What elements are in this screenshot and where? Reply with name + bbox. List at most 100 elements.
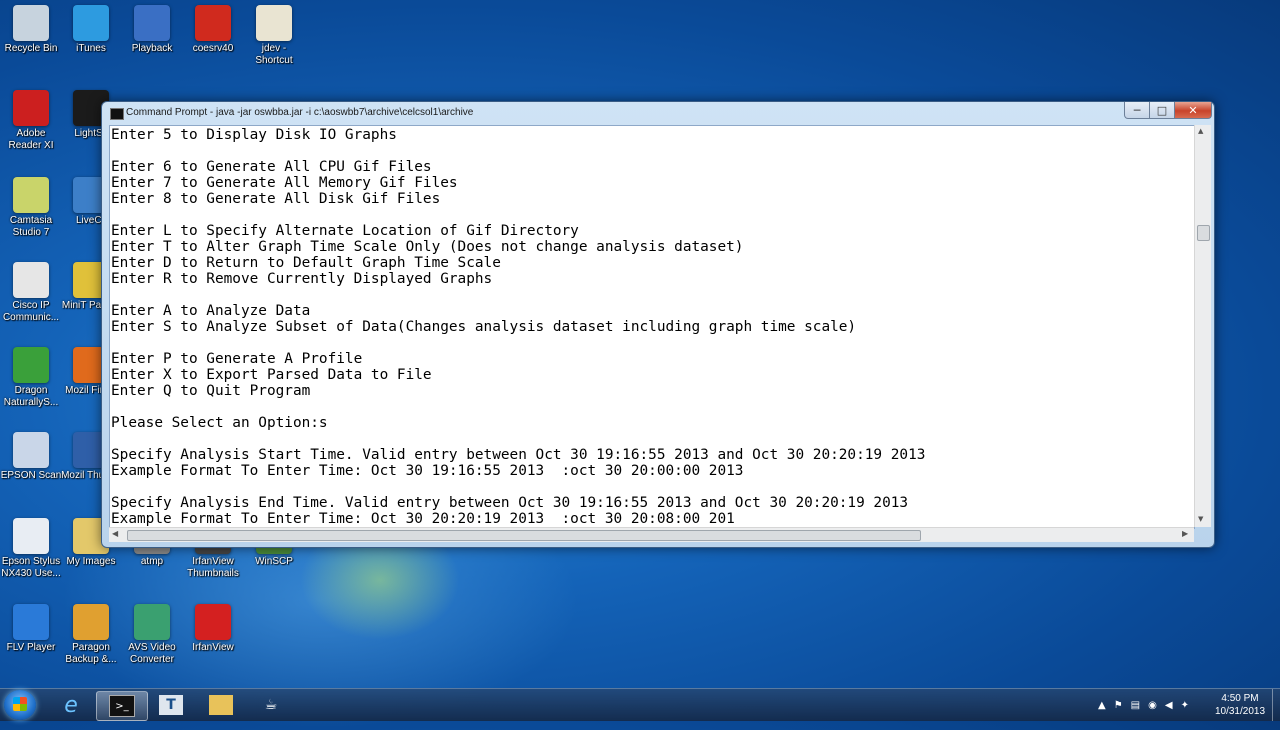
scroll-right-icon[interactable]: ▶ <box>1182 529 1188 538</box>
desktop-icon-label: coesrv40 <box>192 43 234 54</box>
command-prompt-window: Command Prompt - java -jar oswbba.jar -i… <box>101 101 1215 548</box>
desktop-icon-label: Cisco IP Communic... <box>2 300 60 323</box>
scroll-up-icon[interactable]: ▲ <box>1198 127 1203 135</box>
taskbar: e >_ T ▭ ☕ ▲ ⚑ ▤ ◉ ◀ ✦ 4:50 PM 10/31/2013 <box>0 688 1280 721</box>
coesrv40-icon <box>195 5 231 41</box>
paragon-icon <box>73 604 109 640</box>
desktop-icon[interactable]: Dragon NaturallyS... <box>0 347 62 409</box>
clock-date: 10/31/2013 <box>1214 706 1266 717</box>
desktop-icon-label: EPSON Scan <box>0 470 62 481</box>
cisco-ip-icon <box>13 262 49 298</box>
desktop-icon[interactable]: Adobe Reader XI <box>0 90 62 152</box>
text-editor-icon: T <box>159 695 183 715</box>
adobe-reader-icon <box>13 90 49 126</box>
desktop-icon[interactable]: Playback <box>121 5 183 55</box>
desktop-icon[interactable]: Recycle Bin <box>0 5 62 55</box>
desktop-icon[interactable]: FLV Player <box>0 604 62 654</box>
desktop-icon-label: Playback <box>131 43 173 54</box>
system-tray: ▲ ⚑ ▤ ◉ ◀ ✦ <box>1098 689 1197 721</box>
windows-logo-icon <box>13 697 27 711</box>
console-line: Enter A to Analyze Data <box>111 303 311 319</box>
taskbar-button[interactable]: T <box>146 691 196 719</box>
desktop-icon-label: IrfanView <box>192 642 234 653</box>
vertical-scroll-thumb[interactable] <box>1197 225 1210 241</box>
taskbar-button[interactable]: >_ <box>96 691 148 721</box>
wifi-icon[interactable]: ◉ <box>1148 700 1157 711</box>
desktop-icon-label: FLV Player <box>6 642 56 653</box>
vertical-scrollbar[interactable]: ▲ ▼ <box>1194 125 1211 527</box>
console-line: Enter T to Alter Graph Time Scale Only (… <box>111 239 744 255</box>
desktop-icon[interactable]: coesrv40 <box>182 5 244 55</box>
desktop-icon-label: Paragon Backup &... <box>65 642 117 665</box>
maximize-button[interactable]: □ <box>1149 102 1175 119</box>
console-line: Enter D to Return to Default Graph Time … <box>111 255 501 271</box>
desktop-icon[interactable]: Epson Stylus NX430 Use... <box>0 518 62 580</box>
console-line: Specify Analysis End Time. Valid entry b… <box>111 495 909 511</box>
taskbar-button[interactable]: ▭ <box>196 691 246 719</box>
desktop-icon-label: Recycle Bin <box>4 43 58 54</box>
folder-icon: ▭ <box>209 695 233 715</box>
java-cup-icon <box>256 5 292 41</box>
start-button[interactable] <box>4 690 36 720</box>
recycle-bin-icon <box>13 5 49 41</box>
scroll-down-icon[interactable]: ▼ <box>1198 515 1203 523</box>
tray-app-icon[interactable]: ✦ <box>1181 700 1189 711</box>
scroll-left-icon[interactable]: ◀ <box>112 529 118 538</box>
console-line: Enter P to Generate A Profile <box>111 351 363 367</box>
clock-time: 4:50 PM <box>1221 693 1259 704</box>
desktop-icon-label: WinSCP <box>255 556 293 567</box>
tray-expand-icon[interactable]: ▲ <box>1098 700 1106 711</box>
minimize-button[interactable]: ─ <box>1124 102 1150 119</box>
desktop-icon-label: Dragon NaturallyS... <box>3 385 59 408</box>
console-line: Enter L to Specify Alternate Location of… <box>111 223 579 239</box>
desktop-icon[interactable]: Camtasia Studio 7 <box>0 177 62 239</box>
desktop-icon-label: My Images <box>66 556 116 567</box>
desktop-icon-label: AVS Video Converter <box>128 642 176 665</box>
show-desktop-button[interactable] <box>1272 689 1280 721</box>
console-output[interactable]: Enter 5 to Display Disk IO Graphs Enter 6… <box>109 125 1195 529</box>
console-line: Please Select an Option:s <box>111 415 328 431</box>
console-line: Enter X to Export Parsed Data to File <box>111 367 432 383</box>
cmd-window-icon <box>110 108 124 120</box>
desktop-icon-label: jdev - Shortcut <box>255 43 293 66</box>
desktop-icon-label: Camtasia Studio 7 <box>9 215 53 238</box>
close-button[interactable]: ✕ <box>1174 102 1212 119</box>
desktop-icon[interactable]: IrfanView <box>182 604 244 654</box>
desktop-icon-label: IrfanView Thumbnails <box>187 556 239 579</box>
taskbar-button[interactable]: ☕ <box>246 691 296 719</box>
java-icon: ☕ <box>264 697 278 713</box>
irfanview-icon <box>195 604 231 640</box>
horizontal-scroll-thumb[interactable] <box>127 530 921 541</box>
console-line: Enter 6 to Generate All CPU Gif Files <box>111 159 432 175</box>
network-icon[interactable]: ▤ <box>1131 700 1140 711</box>
console-line: Specify Analysis Start Time. Valid entry… <box>111 447 926 463</box>
desktop-icon[interactable]: EPSON Scan <box>0 432 62 482</box>
title-bar[interactable]: Command Prompt - java -jar oswbba.jar -i… <box>102 102 1214 124</box>
console-line: Enter Q to Quit Program <box>111 383 311 399</box>
itunes-icon <box>73 5 109 41</box>
ie-icon: e <box>64 692 78 718</box>
action-center-icon[interactable]: ⚑ <box>1114 700 1123 711</box>
avs-video-icon <box>134 604 170 640</box>
console-line: Enter S to Analyze Subset of Data(Change… <box>111 319 857 335</box>
console-line: Enter 8 to Generate All Disk Gif Files <box>111 191 441 207</box>
taskbar-button[interactable]: e <box>46 691 96 719</box>
desktop-icon[interactable]: Paragon Backup &... <box>60 604 122 666</box>
desktop-icon[interactable]: AVS Video Converter <box>121 604 183 666</box>
desktop-icon[interactable]: iTunes <box>60 5 122 55</box>
desktop-icon-label: Epson Stylus NX430 Use... <box>1 556 61 579</box>
command-prompt-icon: >_ <box>109 695 135 717</box>
desktop-icon[interactable]: Cisco IP Communic... <box>0 262 62 324</box>
flv-player-icon <box>13 604 49 640</box>
clock[interactable]: 4:50 PM 10/31/2013 <box>1210 692 1270 718</box>
desktop-icon-label: Adobe Reader XI <box>8 128 54 151</box>
volume-icon[interactable]: ◀ <box>1165 700 1173 711</box>
console-line: Example Format To Enter Time: Oct 30 19:… <box>111 463 744 479</box>
horizontal-scrollbar[interactable]: ◀ ▶ <box>109 527 1194 542</box>
epson-scan-icon <box>13 432 49 468</box>
dragon-icon <box>13 347 49 383</box>
console-line: Enter 5 to Display Disk IO Graphs <box>111 127 397 143</box>
console-line: Enter R to Remove Currently Displayed Gr… <box>111 271 493 287</box>
playback-icon <box>134 5 170 41</box>
desktop-icon[interactable]: jdev - Shortcut <box>243 5 305 67</box>
